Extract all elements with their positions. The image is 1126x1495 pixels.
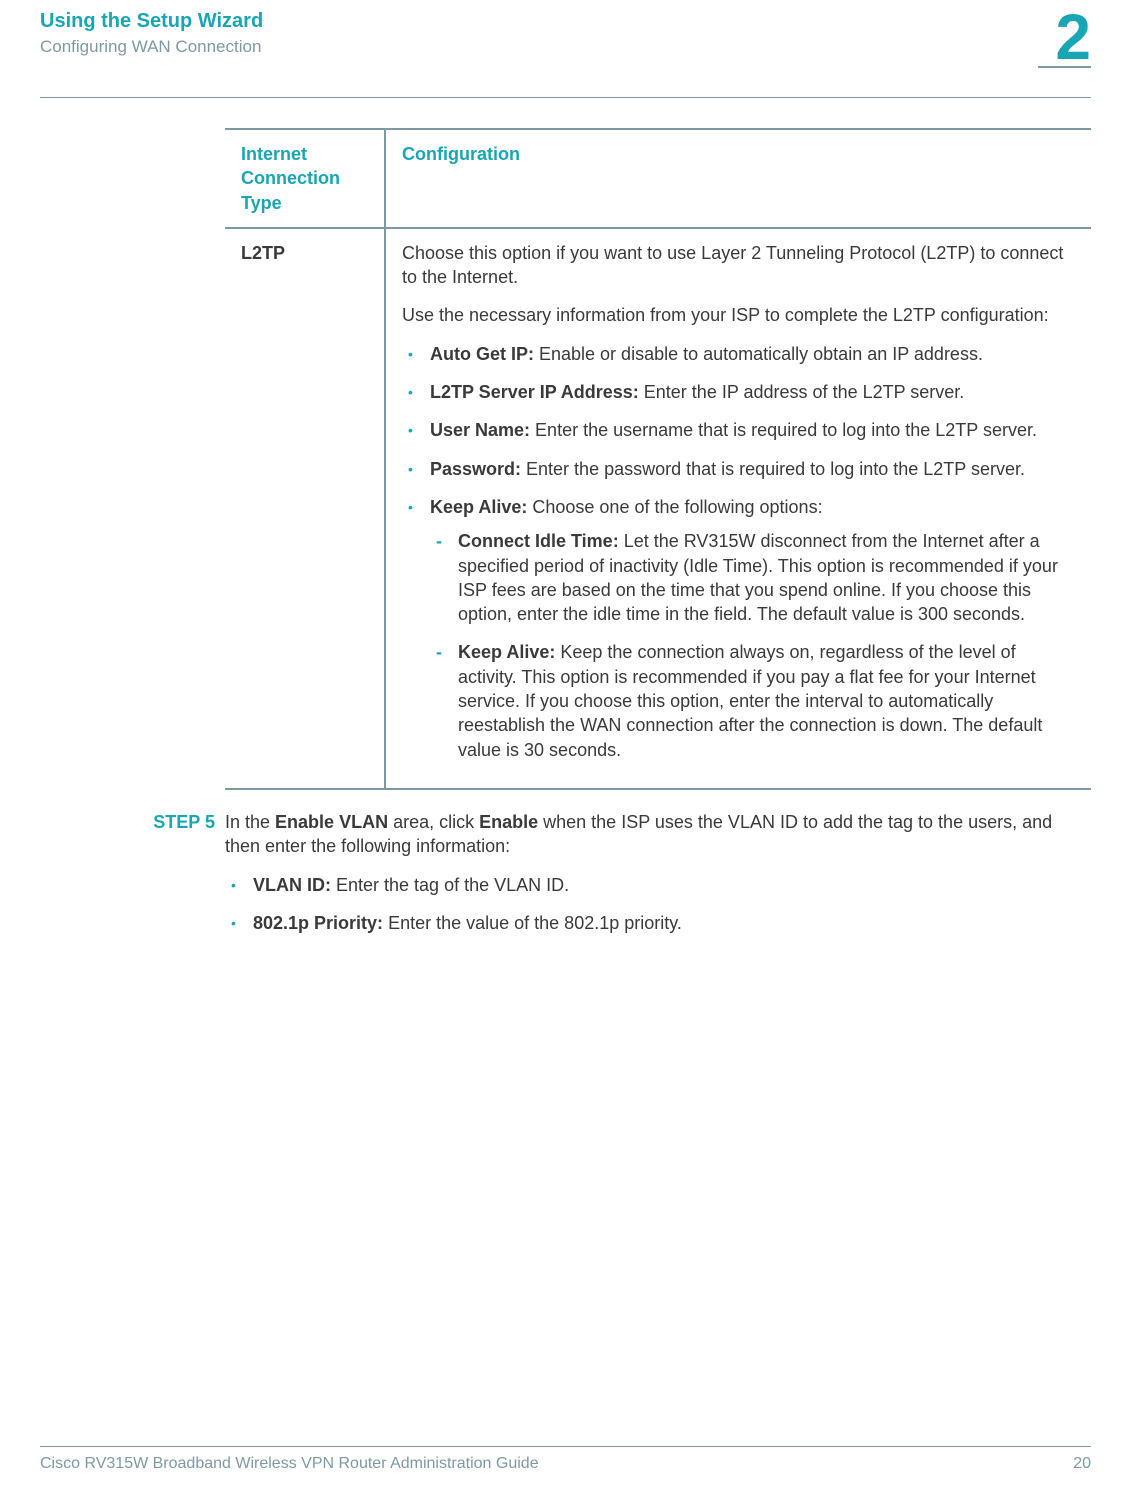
table-header-config: Configuration xyxy=(385,129,1091,228)
configuration-cell: Choose this option if you want to use La… xyxy=(385,228,1091,789)
page-number: 20 xyxy=(1073,1455,1091,1473)
bullet-text: Enter the value of the 802.1p priority. xyxy=(383,913,682,933)
header-short-rule xyxy=(1038,66,1091,68)
config-table: Internet Connection Type Configuration L… xyxy=(225,128,1091,790)
table-row: L2TP Choose this option if you want to u… xyxy=(225,228,1091,789)
bullet-text: Enter the username that is required to l… xyxy=(530,420,1037,440)
footer-title: Cisco RV315W Broadband Wireless VPN Rout… xyxy=(40,1455,539,1473)
bullet-text: Enter the IP address of the L2TP server. xyxy=(639,382,965,402)
bullet-text: Enter the tag of the VLAN ID. xyxy=(331,875,569,895)
keep-alive-sublist: Connect Idle Time: Let the RV315W discon… xyxy=(430,529,1075,762)
list-item: Keep Alive: Choose one of the following … xyxy=(430,495,1075,762)
sub-label: Connect Idle Time: xyxy=(458,531,619,551)
config-bullet-list: Auto Get IP: Enable or disable to automa… xyxy=(402,342,1075,762)
chapter-title: Using the Setup Wizard xyxy=(40,10,1086,33)
connection-type-cell: L2TP xyxy=(225,228,385,789)
list-item: User Name: Enter the username that is re… xyxy=(430,418,1075,442)
bullet-label: VLAN ID: xyxy=(253,875,331,895)
sub-label: Keep Alive: xyxy=(458,642,555,662)
step-5: STEP 5 In the Enable VLAN area, click En… xyxy=(147,810,1091,949)
step-label: STEP 5 xyxy=(147,810,225,949)
section-title: Configuring WAN Connection xyxy=(40,37,1086,57)
bullet-label: 802.1p Priority: xyxy=(253,913,383,933)
bullet-label: Keep Alive: xyxy=(430,497,527,517)
bullet-text: Enable or disable to automatically obtai… xyxy=(534,344,983,364)
bullet-label: L2TP Server IP Address: xyxy=(430,382,639,402)
bullet-label: User Name: xyxy=(430,420,530,440)
intro-para-2: Use the necessary information from your … xyxy=(402,303,1075,327)
list-item: Auto Get IP: Enable or disable to automa… xyxy=(430,342,1075,366)
bullet-text: Enter the password that is required to l… xyxy=(521,459,1025,479)
main-content: Internet Connection Type Configuration L… xyxy=(0,98,1126,949)
page-footer: Cisco RV315W Broadband Wireless VPN Rout… xyxy=(40,1446,1091,1473)
step-bold: Enable xyxy=(479,812,538,832)
list-item: L2TP Server IP Address: Enter the IP add… xyxy=(430,380,1075,404)
bullet-label: Password: xyxy=(430,459,521,479)
intro-para-1: Choose this option if you want to use La… xyxy=(402,241,1075,290)
page-header: Using the Setup Wizard Configuring WAN C… xyxy=(0,0,1126,57)
bullet-text: Choose one of the following options: xyxy=(527,497,822,517)
bullet-label: Auto Get IP: xyxy=(430,344,534,364)
list-item: Password: Enter the password that is req… xyxy=(430,457,1075,481)
list-item: Connect Idle Time: Let the RV315W discon… xyxy=(458,529,1075,626)
step-intro: In the Enable VLAN area, click Enable wh… xyxy=(225,810,1091,859)
step-bold: Enable VLAN xyxy=(275,812,388,832)
step-text: In the xyxy=(225,812,275,832)
list-item: VLAN ID: Enter the tag of the VLAN ID. xyxy=(253,873,1091,897)
list-item: 802.1p Priority: Enter the value of the … xyxy=(253,911,1091,935)
list-item: Keep Alive: Keep the connection always o… xyxy=(458,640,1075,761)
step-bullet-list: VLAN ID: Enter the tag of the VLAN ID. 8… xyxy=(225,873,1091,936)
step-text: area, click xyxy=(388,812,479,832)
table-header-type: Internet Connection Type xyxy=(225,129,385,228)
chapter-number: 2 xyxy=(1055,0,1091,74)
step-body: In the Enable VLAN area, click Enable wh… xyxy=(225,810,1091,949)
